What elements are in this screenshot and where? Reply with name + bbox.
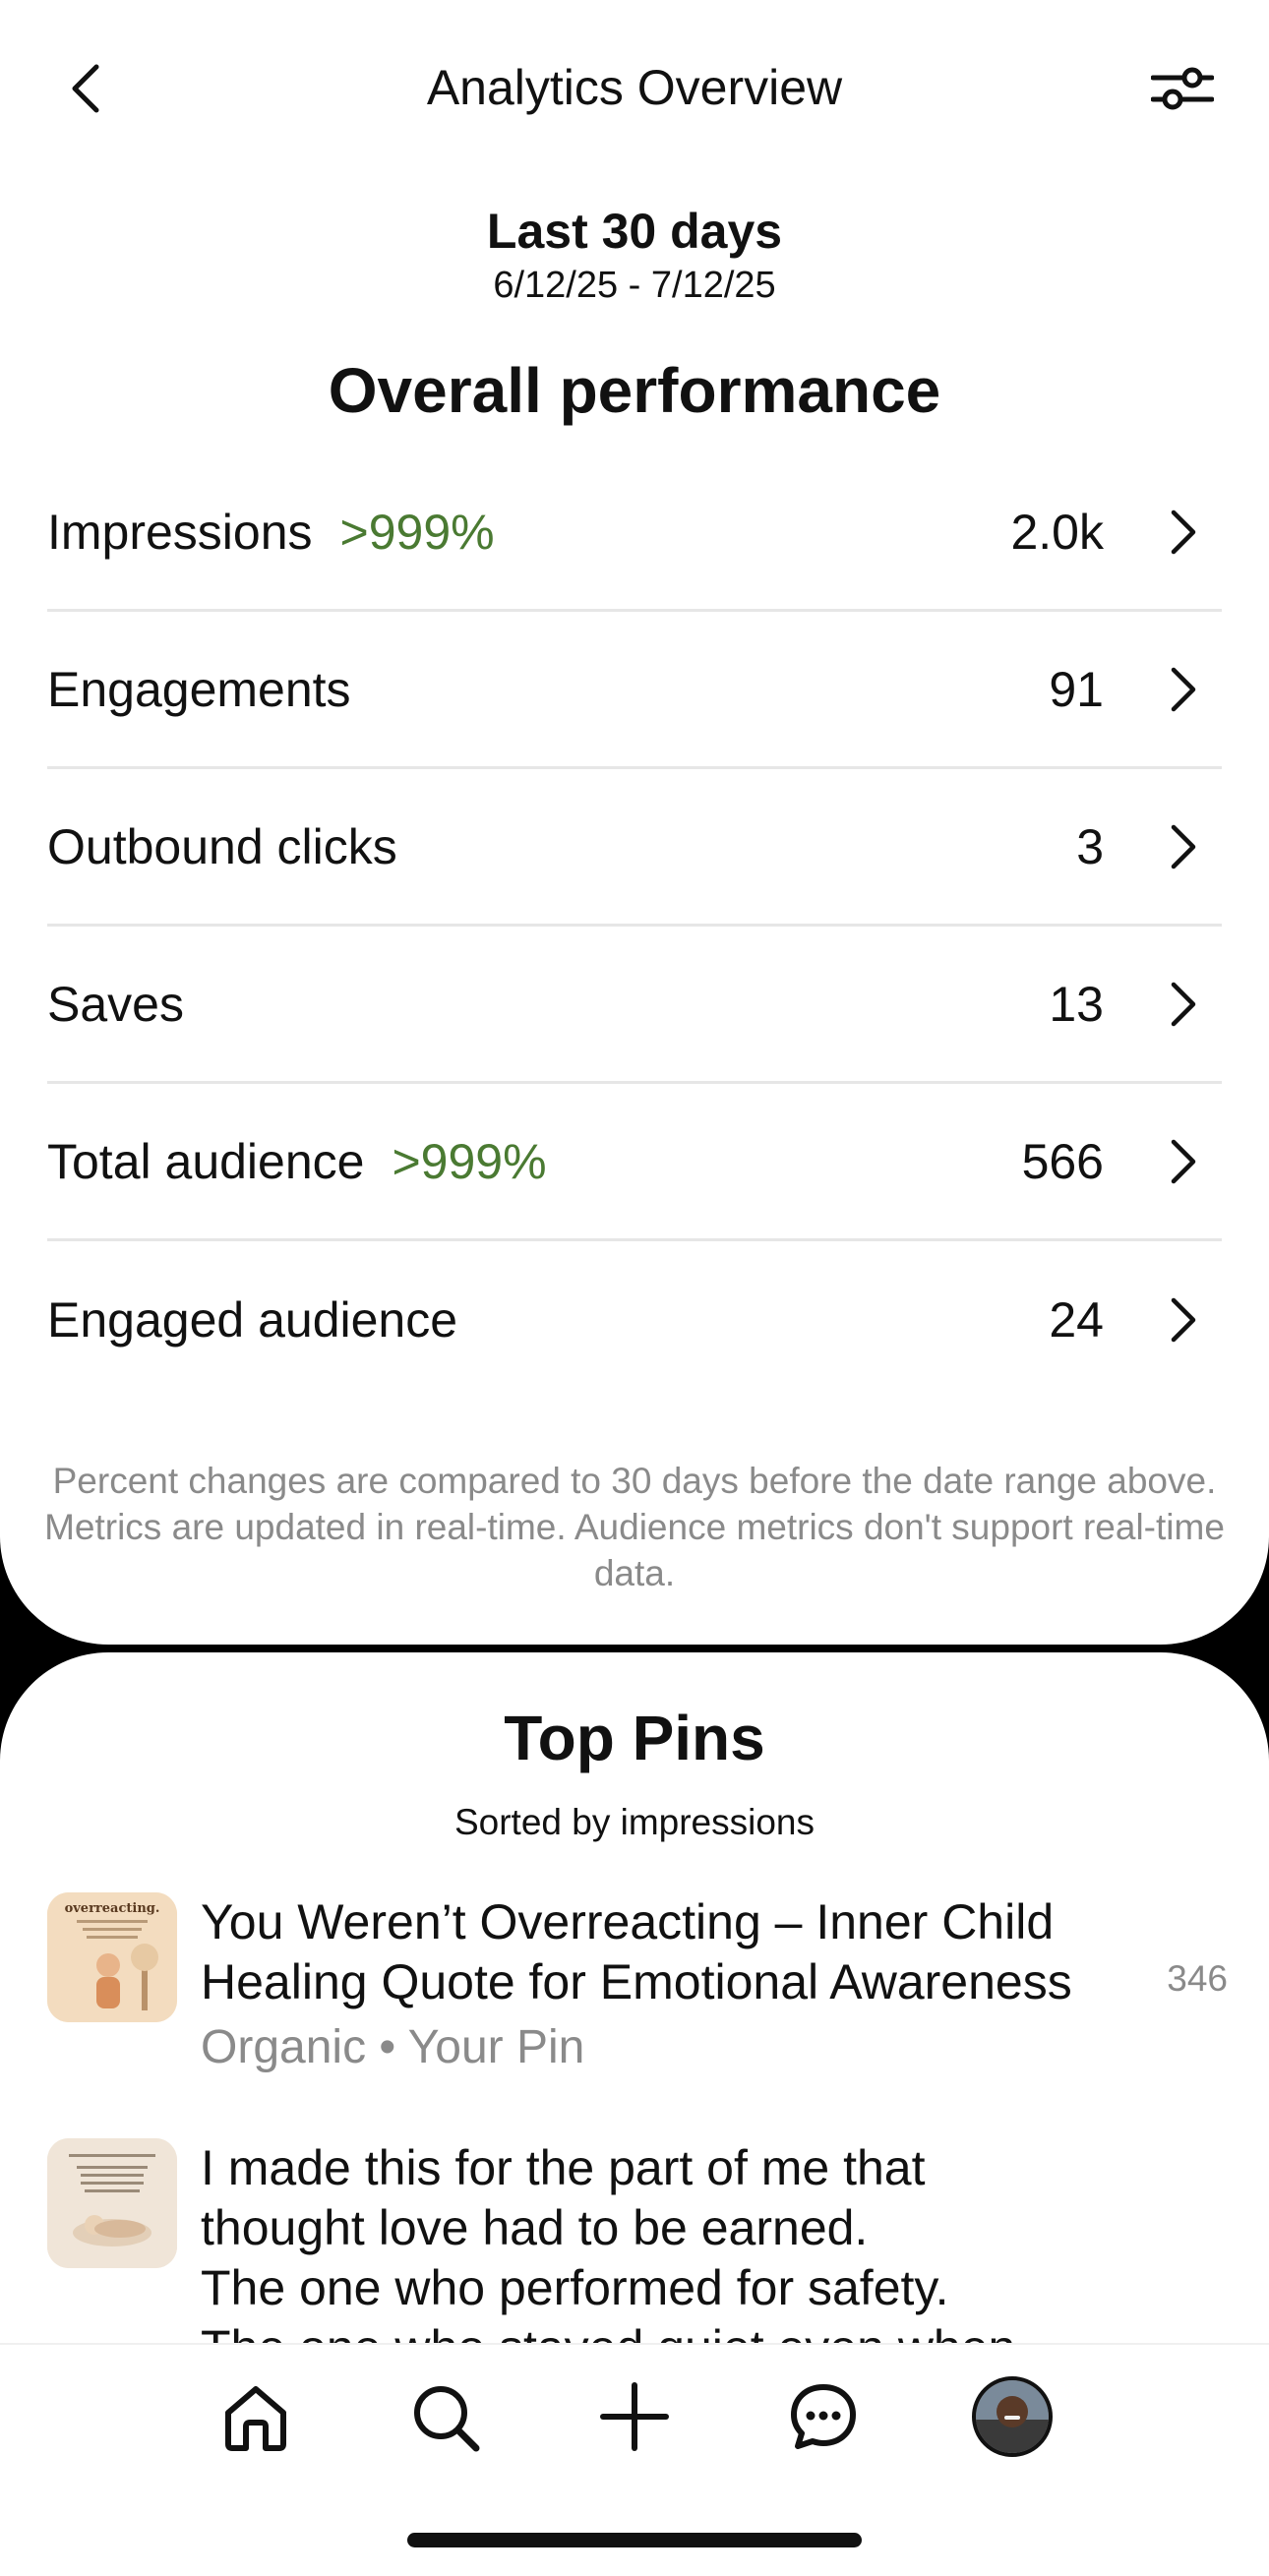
pin-title: You Weren’t Overreacting – Inner Child H… [201, 1894, 1072, 2009]
pin-title-line: I made this for the part of me that [201, 2140, 926, 2195]
pin-thumbnail [47, 2138, 177, 2268]
tab-messages[interactable] [779, 2372, 868, 2461]
home-indicator[interactable] [407, 2533, 862, 2547]
page-title: Analytics Overview [426, 60, 843, 115]
pin-title-line: The one who performed for safety. [201, 2260, 949, 2315]
tab-profile[interactable] [968, 2372, 1057, 2461]
metric-row-engaged-audience[interactable]: Engaged audience 24 [47, 1241, 1222, 1399]
messages-icon [791, 2384, 856, 2449]
date-range-selector[interactable]: Last 30 days 6/12/25 - 7/12/25 [0, 202, 1269, 308]
metrics-list: Impressions >999% 2.0k Engagements 91 Ou… [47, 454, 1222, 1399]
metric-label: Outbound clicks [47, 818, 397, 874]
pin-thumbnail-text: overreacting. [65, 1901, 160, 1916]
date-range-label: Last 30 days [486, 204, 783, 259]
pin-item[interactable]: overreacting. You Weren’t Overreacting –… [47, 1892, 1228, 2089]
chevron-right-icon [1153, 1132, 1212, 1191]
search-icon [414, 2386, 480, 2452]
chevron-right-icon [1153, 503, 1212, 562]
metric-delta: >999% [339, 504, 495, 560]
pin-text: You Weren’t Overreacting – Inner Child H… [201, 1892, 1228, 2074]
navigation-bar: Analytics Overview [0, 39, 1269, 138]
home-icon [225, 2386, 286, 2451]
chevron-right-icon [1153, 660, 1212, 719]
metric-row-impressions[interactable]: Impressions >999% 2.0k [47, 454, 1222, 612]
metric-value: 13 [1049, 976, 1104, 1032]
sliders-icon [1151, 67, 1214, 110]
overview-card: Analytics Overview Last 30 days 6/12/25 … [0, 0, 1269, 1645]
chevron-right-icon [1153, 975, 1212, 1034]
profile-avatar [972, 2376, 1053, 2457]
metric-label: Engagements [47, 661, 351, 717]
metric-label: Saves [47, 976, 184, 1032]
metrics-footnote: Percent changes are compared to 30 days … [44, 1461, 1225, 1593]
date-range-dates: 6/12/25 - 7/12/25 [493, 265, 776, 306]
tab-home[interactable] [212, 2372, 300, 2461]
tab-create[interactable] [590, 2372, 679, 2461]
filter-button[interactable] [1143, 49, 1222, 128]
metric-row-engagements[interactable]: Engagements 91 [47, 612, 1222, 769]
top-pins-sort-label: Sorted by impressions [453, 1802, 816, 1842]
pin-impressions-count: 346 [1167, 1958, 1228, 1999]
top-pins-heading: Top Pins [504, 1703, 765, 1773]
metric-value: 2.0k [1010, 504, 1104, 560]
metric-label: Engaged audience [47, 1292, 458, 1348]
pin-title-line: thought love had to be earned. [201, 2200, 869, 2255]
tab-search[interactable] [400, 2372, 489, 2461]
chevron-right-icon [1153, 1290, 1212, 1349]
chevron-right-icon [1153, 817, 1212, 876]
overall-performance-heading: Overall performance [328, 355, 941, 426]
metric-delta: >999% [392, 1133, 547, 1189]
pin-thumbnail: overreacting. [47, 1892, 177, 2022]
metric-label: Total audience [47, 1133, 365, 1189]
metric-value: 24 [1049, 1292, 1104, 1348]
create-plus-icon [600, 2382, 669, 2451]
metric-value: 3 [1076, 818, 1104, 874]
metric-row-total-audience[interactable]: Total audience >999% 566 [47, 1084, 1222, 1241]
analytics-screen: Analytics Overview Last 30 days 6/12/25 … [0, 0, 1269, 2576]
metric-value: 91 [1049, 661, 1104, 717]
metric-row-outbound-clicks[interactable]: Outbound clicks 3 [47, 769, 1222, 927]
metric-label: Impressions [47, 504, 313, 560]
metric-row-saves[interactable]: Saves 13 [47, 927, 1222, 1084]
metric-value: 566 [1021, 1133, 1104, 1189]
pin-meta: Organic • Your Pin [201, 2021, 585, 2073]
